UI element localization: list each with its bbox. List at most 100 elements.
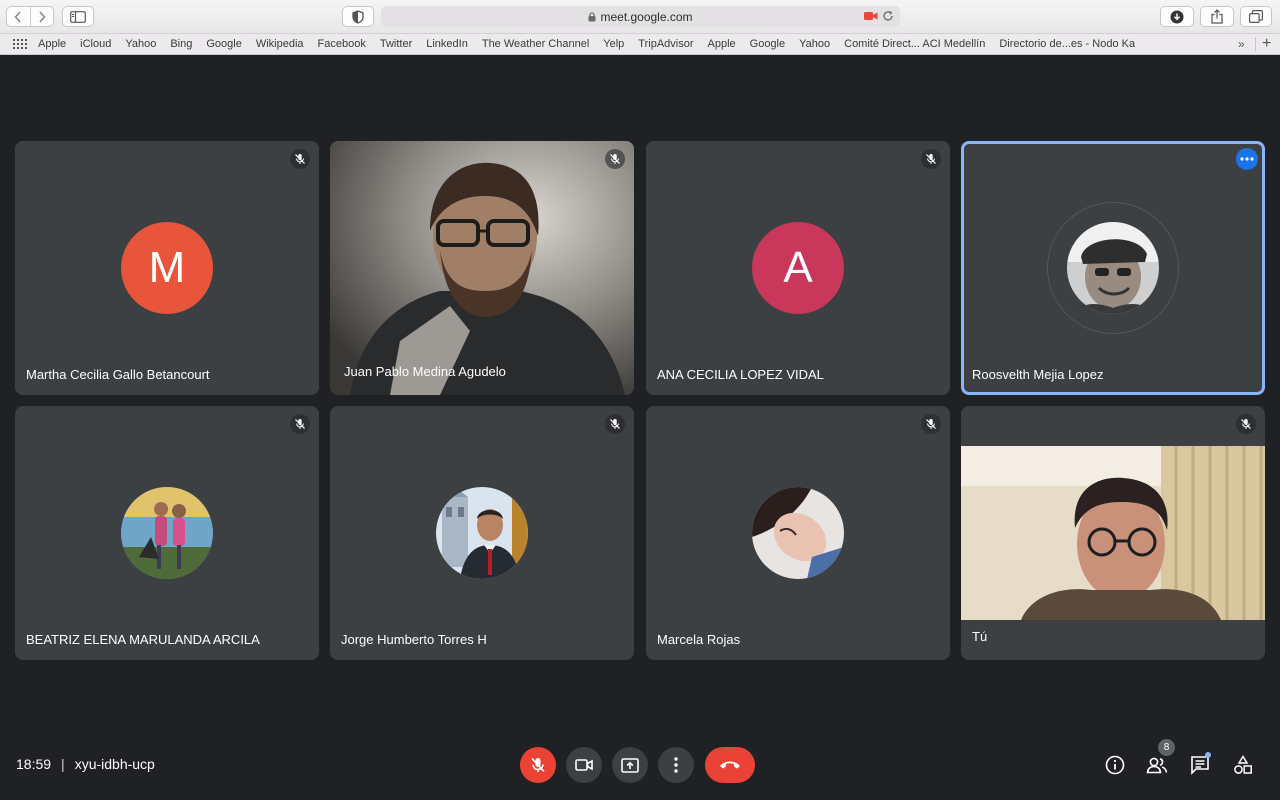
info-icon — [1105, 755, 1125, 775]
sidebar-toggle-button[interactable] — [62, 6, 94, 27]
shield-icon — [352, 9, 364, 24]
letter-avatar: M — [121, 222, 213, 314]
url-text: meet.google.com — [600, 9, 693, 24]
grid-icon[interactable] — [13, 39, 27, 49]
toggle-camera-button[interactable] — [566, 747, 602, 783]
participant-name: Juan Pablo Medina Agudelo — [344, 364, 506, 379]
favorite-link[interactable]: Bing — [170, 38, 192, 50]
mic-off-indicator — [605, 414, 625, 434]
participant-name: ANA CECILIA LOPEZ VIDAL — [657, 367, 824, 382]
privacy-report-button[interactable] — [342, 6, 374, 27]
mic-off-indicator — [290, 149, 310, 169]
participant-video — [330, 141, 634, 395]
new-tab-button[interactable]: + — [1262, 35, 1271, 53]
camera-icon — [575, 759, 593, 771]
meeting-code: xyu-idbh-ucp — [74, 756, 155, 772]
mic-off-indicator — [921, 414, 941, 434]
mic-off-icon — [531, 757, 545, 773]
favorite-link[interactable]: Directorio de...es - Nodo Ka — [999, 38, 1135, 50]
self-video — [961, 446, 1265, 620]
meeting-info-divider: | — [61, 756, 65, 772]
people-icon — [1146, 757, 1168, 774]
mic-off-indicator — [921, 149, 941, 169]
participant-tile-active-speaker[interactable]: Roosvelth Mejia Lopez — [961, 141, 1265, 395]
participant-name: Roosvelth Mejia Lopez — [972, 367, 1104, 382]
participant-name: Marcela Rojas — [657, 632, 741, 647]
tab-overview-button[interactable] — [1240, 6, 1272, 27]
participant-tile[interactable]: M Martha Cecilia Gallo Betancourt — [15, 141, 319, 395]
avatar — [752, 487, 844, 579]
sidebar-icon — [70, 10, 86, 23]
favorite-link[interactable]: Google — [750, 38, 785, 50]
activities-button[interactable] — [1230, 752, 1256, 778]
favorites-bar: Apple iCloud Yahoo Bing Google Wikipedia… — [0, 34, 1280, 55]
address-bar[interactable]: meet.google.com — [381, 6, 900, 27]
favorite-link[interactable]: LinkedIn — [426, 38, 468, 50]
participant-count-badge: 8 — [1158, 739, 1175, 756]
avatar — [1067, 222, 1159, 314]
meeting-details-button[interactable] — [1102, 752, 1128, 778]
mic-off-icon — [295, 419, 305, 429]
browser-toolbar: meet.google.com — [0, 0, 1280, 34]
participant-tile[interactable]: Jorge Humberto Torres H — [330, 406, 634, 660]
leave-call-button[interactable] — [705, 747, 755, 783]
favorite-link[interactable]: The Weather Channel — [482, 38, 589, 50]
favorite-link[interactable]: Yelp — [603, 38, 624, 50]
chevron-right-icon — [39, 10, 46, 23]
forward-button[interactable] — [31, 7, 54, 26]
favorite-link[interactable]: Yahoo — [125, 38, 156, 50]
mic-off-icon — [1241, 419, 1251, 429]
favorite-link[interactable]: Twitter — [380, 38, 412, 50]
mic-off-indicator — [290, 414, 310, 434]
favorite-link[interactable]: iCloud — [80, 38, 111, 50]
meeting-details: 18:59 | xyu-idbh-ucp — [16, 756, 155, 772]
mic-off-indicator — [1236, 414, 1256, 434]
activities-shapes-icon — [1234, 755, 1252, 774]
favorite-link[interactable]: Facebook — [318, 38, 366, 50]
favorites-overflow-button[interactable]: » — [1238, 37, 1245, 51]
reload-icon[interactable] — [882, 10, 894, 22]
favorite-link[interactable]: Apple — [708, 38, 736, 50]
chat-icon — [1191, 756, 1209, 775]
more-options-button[interactable] — [658, 747, 694, 783]
mic-off-icon — [610, 154, 620, 164]
tabs-icon — [1249, 10, 1263, 23]
mic-off-icon — [610, 419, 620, 429]
mic-off-indicator — [605, 149, 625, 169]
share-icon — [1211, 9, 1223, 24]
participant-tile[interactable]: Juan Pablo Medina Agudelo — [330, 141, 634, 395]
participant-name: BEATRIZ ELENA MARULANDA ARCILA — [26, 632, 260, 647]
lock-icon — [588, 11, 596, 21]
share-button[interactable] — [1200, 6, 1234, 27]
participant-name: Tú — [972, 629, 988, 644]
avatar — [121, 487, 213, 579]
favorite-link[interactable]: Yahoo — [799, 38, 830, 50]
navigation-buttons — [6, 6, 54, 27]
meeting-time: 18:59 — [16, 756, 52, 772]
present-now-button[interactable] — [612, 747, 648, 783]
favorite-link[interactable]: Wikipedia — [256, 38, 304, 50]
present-screen-icon — [621, 757, 639, 773]
participant-tile[interactable]: BEATRIZ ELENA MARULANDA ARCILA — [15, 406, 319, 660]
downloads-button[interactable] — [1160, 6, 1194, 27]
letter-avatar: A — [752, 222, 844, 314]
participant-name: Martha Cecilia Gallo Betancourt — [26, 367, 210, 382]
self-view-tile[interactable]: Tú — [961, 406, 1265, 660]
more-vertical-icon — [674, 757, 678, 773]
avatar — [436, 487, 528, 579]
participant-name: Jorge Humberto Torres H — [341, 632, 487, 647]
camera-in-use-icon[interactable] — [864, 11, 878, 21]
more-options-button[interactable] — [1236, 148, 1258, 170]
download-icon — [1170, 10, 1184, 23]
favorite-link[interactable]: Google — [206, 38, 241, 50]
mic-off-icon — [926, 154, 936, 164]
participant-tile[interactable]: A ANA CECILIA LOPEZ VIDAL — [646, 141, 950, 395]
participant-tile[interactable]: Marcela Rojas — [646, 406, 950, 660]
favorite-link[interactable]: Comité Direct... ACI Medellín — [844, 38, 985, 50]
favorite-link[interactable]: Apple — [38, 38, 66, 50]
toggle-microphone-button[interactable] — [520, 747, 556, 783]
back-button[interactable] — [7, 7, 30, 26]
mic-off-icon — [926, 419, 936, 429]
favorite-link[interactable]: TripAdvisor — [638, 38, 693, 50]
chat-notification-dot — [1205, 752, 1211, 758]
